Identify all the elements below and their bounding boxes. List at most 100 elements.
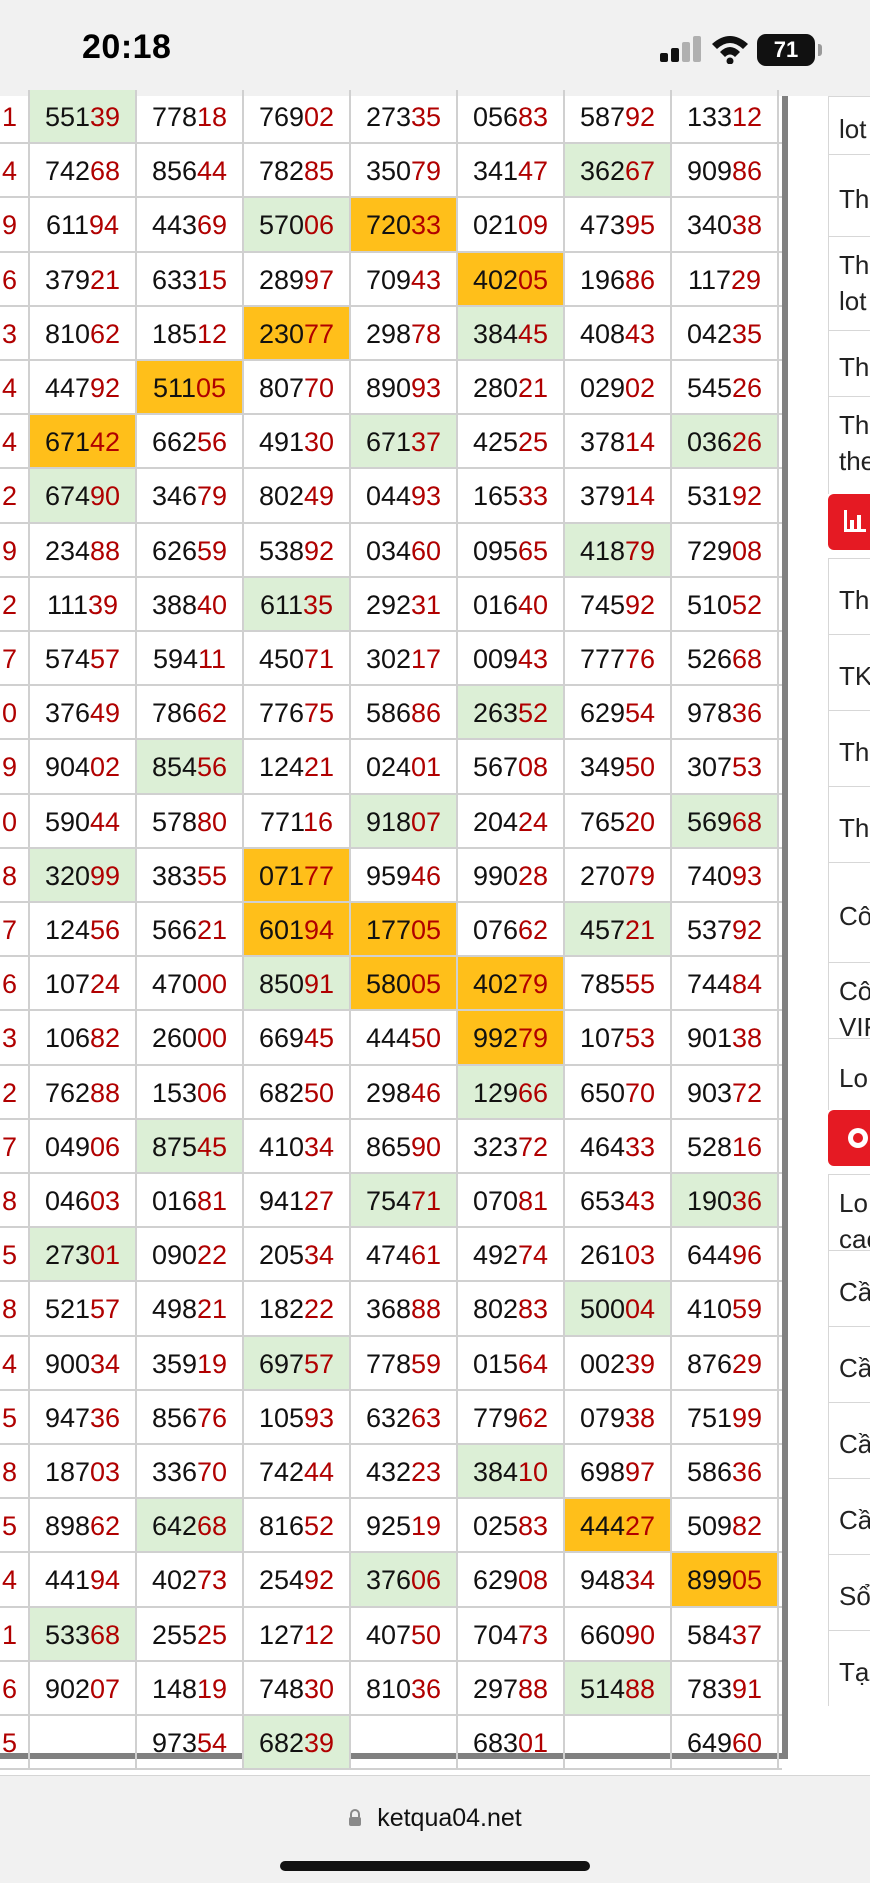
result-head-digits: 015 <box>472 1348 518 1379</box>
sidebar-link[interactable]: Th lot <box>828 236 870 330</box>
result-head-digits: 802 <box>258 481 304 512</box>
result-head-digits: 901 <box>686 1023 732 1054</box>
result-tail-digits: 36 <box>732 698 763 729</box>
url-bar[interactable]: ketqua04.net <box>0 1804 870 1833</box>
row-lead-digit: 5 <box>0 1499 30 1552</box>
result-cell: 56968 <box>672 794 779 847</box>
result-head-digits: 947 <box>44 1402 90 1433</box>
result-tail-digits: 56 <box>197 427 228 458</box>
result-cell: 58636 <box>672 1445 779 1498</box>
sidebar-link[interactable]: Th <box>828 154 870 236</box>
result-cell: 62908 <box>458 1553 565 1606</box>
result-tail-digits: 38 <box>732 210 763 241</box>
result-head-digits: 388 <box>151 589 197 620</box>
result-head-digits: 514 <box>579 1673 625 1704</box>
result-cell: 27301 <box>30 1228 137 1281</box>
sidebar-link[interactable]: Cô VIF <box>828 962 870 1038</box>
table-row: 4 74268 85644 78285 35079 34147 36267 90986 <box>0 144 782 199</box>
row-lead-digit: 4 <box>0 1336 30 1389</box>
result-tail-digits: 79 <box>197 481 228 512</box>
result-tail-digits: 26 <box>732 427 763 458</box>
sidebar-link[interactable]: TK <box>828 634 870 710</box>
result-cell: 42525 <box>458 415 565 468</box>
sidebar-link[interactable]: Cầ <box>828 1478 870 1554</box>
result-cell: 10753 <box>565 1011 672 1064</box>
sidebar-link[interactable]: Lo cao <box>828 1174 870 1250</box>
result-cell: 70473 <box>458 1607 565 1660</box>
sidebar-link[interactable]: Cầ <box>828 1402 870 1478</box>
result-tail-digits: 02 <box>90 752 121 783</box>
result-cell: 78555 <box>565 957 672 1010</box>
result-cell <box>351 1716 458 1769</box>
result-tail-digits: 44 <box>304 1457 335 1487</box>
result-cell: 10593 <box>244 1390 351 1443</box>
sidebar-link-label: Cầ <box>839 1277 870 1307</box>
sidebar-link[interactable]: Th the <box>828 396 870 494</box>
result-head-digits: 900 <box>44 1348 90 1379</box>
result-cell: 74484 <box>672 957 779 1010</box>
result-head-digits: 443 <box>151 210 197 241</box>
result-tail-digits: 93 <box>411 481 442 512</box>
result-head-digits: 876 <box>686 1348 732 1379</box>
result-head-digits: 682 <box>258 1077 304 1108</box>
result-head-digits: 473 <box>579 210 625 241</box>
result-head-digits: 765 <box>579 806 625 837</box>
result-tail-digits: 68 <box>90 1619 121 1650</box>
sidebar-link[interactable]: Th <box>828 786 870 862</box>
result-head-digits: 778 <box>151 102 197 132</box>
sidebar-link[interactable]: Th <box>828 330 870 396</box>
sidebar-link[interactable]: Th <box>828 558 870 634</box>
sidebar-link[interactable]: Sổ <box>828 1554 870 1630</box>
result-head-digits: 383 <box>151 860 197 891</box>
table-row: 2 67490 34679 80249 04493 16533 37914 53192 <box>0 469 782 524</box>
result-tail-digits: 70 <box>197 1457 228 1487</box>
row-lead-digit: 2 <box>0 577 30 630</box>
sidebar-link[interactable]: Cầ <box>828 1250 870 1326</box>
result-head-digits: 538 <box>258 535 304 566</box>
result-tail-digits: 63 <box>411 1402 442 1433</box>
result-cell: 04906 <box>30 1119 137 1172</box>
browser-address-bar[interactable]: ketqua04.net <box>0 1775 870 1883</box>
result-cell: 51052 <box>672 577 779 630</box>
result-tail-digits: 15 <box>197 264 228 295</box>
result-head-digits: 740 <box>686 860 732 891</box>
sidebar-link[interactable]: Th <box>828 710 870 786</box>
row-lead-digit: 4 <box>0 415 30 468</box>
result-tail-digits: 68 <box>90 156 121 187</box>
result-tail-digits: 43 <box>518 644 549 674</box>
result-cell: 57006 <box>244 198 351 251</box>
result-head-digits: 660 <box>579 1619 625 1650</box>
result-tail-digits: 70 <box>304 373 335 403</box>
result-head-digits: 531 <box>686 481 732 512</box>
result-tail-digits: 54 <box>625 698 656 729</box>
result-head-digits: 185 <box>151 318 197 349</box>
result-head-digits: 785 <box>579 969 625 1000</box>
result-head-digits: 537 <box>686 915 732 945</box>
sidebar-link[interactable]: Cô <box>828 862 870 962</box>
result-tail-digits: 57 <box>90 1294 121 1325</box>
sidebar-link[interactable]: Tạ <box>828 1630 870 1706</box>
result-head-digits: 368 <box>365 1294 411 1325</box>
result-tail-digits: 21 <box>197 915 228 945</box>
result-tail-digits: 80 <box>197 806 228 837</box>
sidebar-link[interactable]: Cầ <box>828 1326 870 1402</box>
result-tail-digits: 73 <box>197 1565 228 1596</box>
result-tail-digits: 56 <box>197 752 228 783</box>
row-lead-digit: 8 <box>0 848 30 901</box>
result-tail-digits: 43 <box>625 1186 656 1216</box>
result-head-digits: 491 <box>258 427 304 458</box>
result-head-digits: 402 <box>472 264 518 295</box>
result-cell: 10682 <box>30 1011 137 1064</box>
home-indicator[interactable] <box>280 1861 590 1871</box>
result-head-digits: 148 <box>151 1673 197 1704</box>
result-head-digits: 270 <box>579 860 625 891</box>
result-cell: 00239 <box>565 1336 672 1389</box>
result-tail-digits: 33 <box>411 210 442 241</box>
sidebar-link[interactable]: lot <box>828 96 870 154</box>
result-tail-digits: 14 <box>625 481 656 512</box>
result-tail-digits: 06 <box>90 1131 121 1162</box>
sidebar-link[interactable]: Lo <box>828 1038 870 1110</box>
result-head-digits: 273 <box>44 1240 90 1271</box>
result-head-digits: 674 <box>44 481 90 512</box>
row-lead-digit: 5 <box>0 1716 30 1769</box>
